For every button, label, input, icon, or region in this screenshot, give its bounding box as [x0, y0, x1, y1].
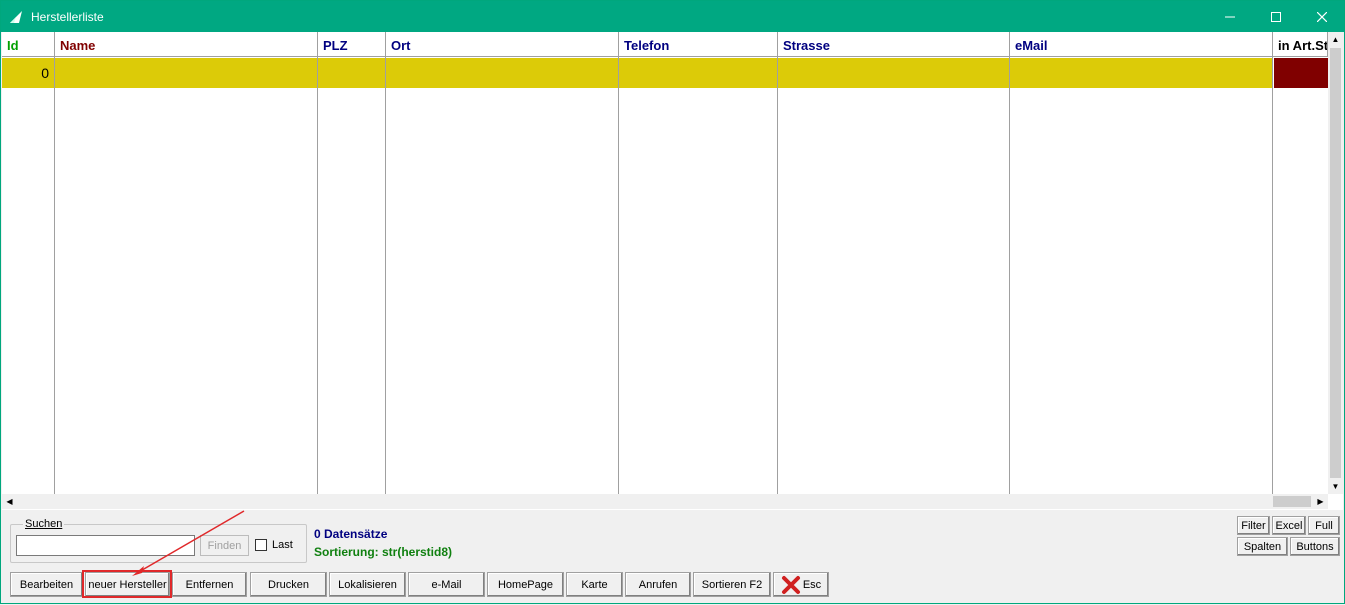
column-header-telefon[interactable]: Telefon	[619, 32, 778, 57]
horizontal-scrollbar[interactable]: ◀ ▶	[2, 494, 1328, 509]
column-divider	[317, 57, 318, 494]
bearbeiten-button[interactable]: Bearbeiten	[10, 572, 83, 597]
esc-button[interactable]: Esc	[773, 572, 829, 597]
column-header-id[interactable]: Id	[2, 32, 55, 57]
drucken-button[interactable]: Drucken	[250, 572, 327, 597]
maximize-button[interactable]	[1253, 1, 1299, 32]
column-divider	[618, 57, 619, 494]
last-checkbox-label: Last	[272, 539, 293, 551]
minimize-icon	[1225, 16, 1235, 17]
sortieren-button[interactable]: Sortieren F2	[693, 572, 771, 597]
window-title: Herstellerliste	[31, 10, 104, 24]
column-header-plz[interactable]: PLZ	[318, 32, 386, 57]
column-divider	[1009, 57, 1010, 494]
record-count: 0 Datensätze	[314, 527, 388, 541]
vertical-scrollbar[interactable]: ▲ ▼	[1328, 32, 1343, 494]
table-row[interactable]	[2, 58, 1273, 88]
horizontal-scroll-thumb[interactable]	[1273, 496, 1311, 507]
close-icon	[1317, 11, 1327, 22]
full-button[interactable]: Full	[1308, 516, 1340, 535]
last-checkbox[interactable]	[255, 539, 267, 551]
excel-button[interactable]: Excel	[1272, 516, 1306, 535]
email-button[interactable]: e-Mail	[408, 572, 485, 597]
maximize-icon	[1271, 11, 1281, 22]
column-header-in-art-st[interactable]: in Art.St	[1273, 32, 1328, 57]
column-header-ort[interactable]: Ort	[386, 32, 619, 57]
column-divider	[54, 57, 55, 494]
karte-button[interactable]: Karte	[566, 572, 623, 597]
find-button[interactable]: Finden	[200, 535, 249, 556]
column-divider	[777, 57, 778, 494]
filter-button[interactable]: Filter	[1237, 516, 1270, 535]
table-cell-id: 0	[41, 65, 49, 81]
minimize-button[interactable]	[1207, 1, 1253, 32]
close-button[interactable]	[1299, 1, 1345, 32]
table-cell-in-art-st[interactable]	[1274, 58, 1328, 88]
lokalisieren-button[interactable]: Lokalisieren	[329, 572, 406, 597]
column-header-email[interactable]: eMail	[1010, 32, 1273, 57]
column-header-name[interactable]: Name	[55, 32, 318, 57]
entfernen-button[interactable]: Entfernen	[172, 572, 247, 597]
buttons-button[interactable]: Buttons	[1290, 537, 1340, 556]
app-logo-icon	[10, 11, 22, 23]
red-x-icon	[781, 575, 800, 594]
search-input[interactable]	[16, 535, 195, 556]
anrufen-button[interactable]: Anrufen	[625, 572, 691, 597]
esc-button-label: Esc	[802, 578, 822, 591]
title-bar: Herstellerliste	[1, 1, 1344, 32]
column-divider	[1272, 57, 1273, 494]
scroll-right-icon[interactable]: ▶	[1313, 494, 1328, 509]
column-header-strasse[interactable]: Strasse	[778, 32, 1010, 57]
search-group-label: Suchen	[23, 518, 65, 530]
hersteller-window: Herstellerliste Id Name PLZ Ort Telefon …	[0, 0, 1345, 604]
spalten-button[interactable]: Spalten	[1237, 537, 1288, 556]
scroll-up-icon[interactable]: ▲	[1328, 32, 1343, 47]
sort-status: Sortierung: str(herstid8)	[314, 545, 453, 559]
hersteller-grid[interactable]: Id Name PLZ Ort Telefon Strasse eMail in…	[2, 32, 1343, 510]
homepage-button[interactable]: HomePage	[487, 572, 564, 597]
annotation-highlight-box	[82, 570, 172, 598]
scroll-down-icon[interactable]: ▼	[1328, 479, 1343, 494]
column-divider	[385, 57, 386, 494]
vertical-scroll-thumb[interactable]	[1330, 48, 1341, 478]
scroll-left-icon[interactable]: ◀	[2, 494, 17, 509]
